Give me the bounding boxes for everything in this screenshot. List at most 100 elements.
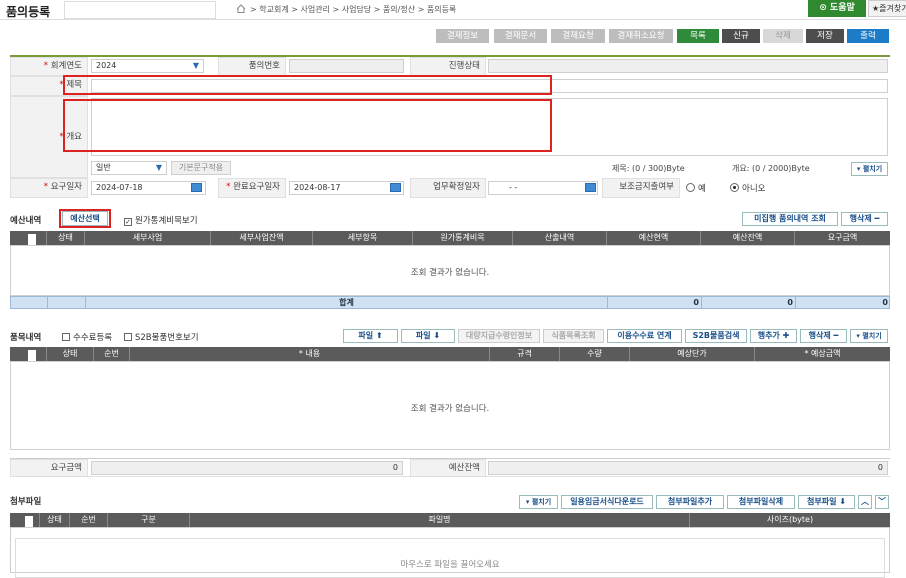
progress-label: 진행상태 [410, 57, 486, 76]
budget-section-title: 예산내역 [10, 216, 42, 226]
confirm-date-label: 업무확정일자 [410, 178, 486, 198]
new-button[interactable]: 신규 [722, 29, 760, 43]
chevron-down-icon[interactable]: ﹀ [875, 495, 889, 509]
total-label: 합계 [86, 297, 608, 309]
breadcrumb: > 학교회계 > 사업관리 > 사업담당 > 품의/정산 > 품의등록 [250, 5, 457, 14]
col-unit-price: 예상단가 [630, 347, 755, 361]
print-button[interactable]: 출력 [847, 29, 889, 43]
col-seq: 순번 [70, 513, 108, 527]
budget-empty-message: 조회 결과가 없습니다. [410, 268, 490, 278]
file-upload-button[interactable]: 파일 ⬆ [343, 329, 398, 343]
select-all-checkbox[interactable] [10, 347, 47, 364]
col-budget-balance: 예산잔액 [701, 231, 795, 245]
file-download-button[interactable]: 파일 ⬇ [401, 329, 455, 343]
items-table-body: 조회 결과가 없습니다. [10, 361, 890, 450]
approval-cancel-button[interactable]: 결재취소요청 [609, 29, 673, 43]
completion-date-input[interactable]: 2024-08-17 [289, 181, 404, 195]
col-quantity: 수량 [560, 347, 630, 361]
attach-delete-button[interactable]: 첨부파일삭제 [727, 495, 795, 509]
approval-info-button[interactable]: 결재정보 [436, 29, 489, 43]
unexecuted-inquiry-button[interactable]: 미집행 품의내역 조회 [742, 212, 838, 226]
budget-table-header: 상태 세부사업 세부사업잔액 세부항목 원가통계비목 산출내역 예산현액 예산잔… [10, 231, 890, 248]
amount-summary-row: 요구금액 0 예산잔액 0 [10, 458, 890, 477]
bulk-payee-button[interactable]: 대량지급수령인정보 [458, 329, 540, 343]
subject-byte-count: 제목: (0 / 300)Byte [612, 164, 685, 173]
total-budget-current: 0 [608, 297, 702, 309]
col-request-amount: 요구금액 [827, 233, 858, 242]
col-cost-stats: 원가통계비목 [413, 231, 513, 245]
calendar-icon[interactable] [585, 183, 596, 192]
title-search-box[interactable] [64, 1, 216, 19]
usage-fee-link-button[interactable]: 이용수수료 연계 [607, 329, 682, 343]
select-all-checkbox[interactable] [10, 513, 40, 530]
checkbox-icon [62, 333, 70, 341]
subject-highlight [63, 75, 552, 95]
cost-stats-checkbox[interactable]: ✓ 원가통계비목보기 [124, 214, 198, 226]
col-detail-item: 세부항목 [313, 231, 413, 245]
attach-expand-button[interactable]: ▾ 펼치기 [519, 495, 558, 509]
chevron-down-icon: ▼ [192, 61, 199, 70]
s2b-number-checkbox[interactable]: S2B물품번호보기 [124, 331, 199, 343]
fiscal-year-label: * 회계연도 [10, 57, 88, 76]
request-amount-field: 0 [91, 461, 403, 475]
daily-wage-form-download-button[interactable]: 일용임금서식다운로드 [561, 495, 653, 509]
template-apply-button[interactable]: 기본문구적용 [171, 161, 231, 175]
type-select[interactable]: 일반 ▼ [91, 161, 167, 175]
help-button[interactable]: ⊙ 도움말 [808, 0, 866, 17]
request-amount-label: 요구금액 [10, 459, 88, 477]
col-seq: 순번 [94, 347, 130, 361]
attach-drop-zone[interactable]: 마우스로 파일을 끌어오세요 [10, 527, 890, 578]
budget-balance-label: 예산잔액 [410, 459, 486, 477]
add-row-button[interactable]: 행추가 ✚ [750, 329, 797, 343]
expand-button[interactable]: ▾ 펼치기 [851, 162, 888, 176]
col-filename: 파일명 [190, 513, 690, 527]
attach-table-header: 상태 순번 구분 파일명 사이즈(byte) [10, 513, 890, 530]
items-empty-message: 조회 결과가 없습니다. [410, 404, 490, 414]
attach-download-button[interactable]: 첨부파일 ⬇ [798, 495, 855, 509]
confirm-date-input[interactable]: - - [488, 181, 598, 195]
attach-drop-message: 마우스로 파일을 끌어오세요 [400, 560, 500, 570]
budget-select-highlight [59, 209, 111, 228]
col-budget-current: 예산현액 [607, 231, 701, 245]
calendar-icon[interactable] [191, 183, 202, 192]
col-category: 구분 [108, 513, 190, 527]
list-button[interactable]: 목록 [677, 29, 719, 43]
approval-doc-button[interactable]: 결재문서 [494, 29, 547, 43]
chevron-up-icon[interactable]: ︿ [858, 495, 872, 509]
budget-table-body: 조회 결과가 없습니다. [10, 245, 890, 296]
save-button[interactable]: 저장 [806, 29, 844, 43]
subsidy-yes-radio[interactable]: 예 [686, 182, 706, 194]
items-delete-row-button[interactable]: 행삭제 ━ [800, 329, 847, 343]
col-status: 상태 [47, 231, 85, 245]
col-status: 상태 [40, 513, 70, 527]
radio-icon [686, 183, 695, 192]
col-content: * 내용 [130, 347, 490, 361]
summary-highlight [63, 99, 552, 152]
calendar-icon[interactable] [390, 183, 401, 192]
home-icon[interactable] [236, 4, 246, 13]
delete-button[interactable]: 삭제 [763, 29, 803, 43]
favorite-label: 즐겨찾기 [879, 4, 906, 13]
subsidy-no-radio[interactable]: 아니오 [730, 182, 765, 194]
select-all-checkbox[interactable] [10, 231, 47, 248]
total-budget-balance: 0 [702, 297, 796, 309]
budget-total-row: 합계 0 0 0 [10, 296, 890, 309]
attach-add-button[interactable]: 첨부파일추가 [656, 495, 724, 509]
col-calc-detail: 산출내역 [513, 231, 607, 245]
approval-request-button[interactable]: 결재요청 [551, 29, 605, 43]
col-status: 상태 [47, 347, 94, 361]
food-list-button[interactable]: 식품목록조회 [543, 329, 604, 343]
fiscal-year-select[interactable]: 2024 ▼ [91, 59, 204, 73]
favorite-button[interactable]: ★즐겨찾기 [868, 0, 906, 17]
checkbox-icon [124, 333, 132, 341]
col-sub-project-balance: 세부사업잔액 [211, 231, 313, 245]
budget-delete-row-button[interactable]: 행삭제 ━ [841, 212, 888, 226]
s2b-search-button[interactable]: S2B물품검색 [685, 329, 747, 343]
summary-byte-count: 개요: (0 / 2000)Byte [732, 164, 810, 173]
fee-register-checkbox[interactable]: 수수료등록 [62, 331, 112, 343]
items-expand-button[interactable]: ▾ 펼치기 [850, 329, 888, 343]
col-amount: * 예상금액 [804, 349, 841, 358]
request-date-input[interactable]: 2024-07-18 [91, 181, 206, 195]
progress-field [488, 59, 888, 73]
subsidy-label: 보조금지출여부 [602, 178, 680, 198]
